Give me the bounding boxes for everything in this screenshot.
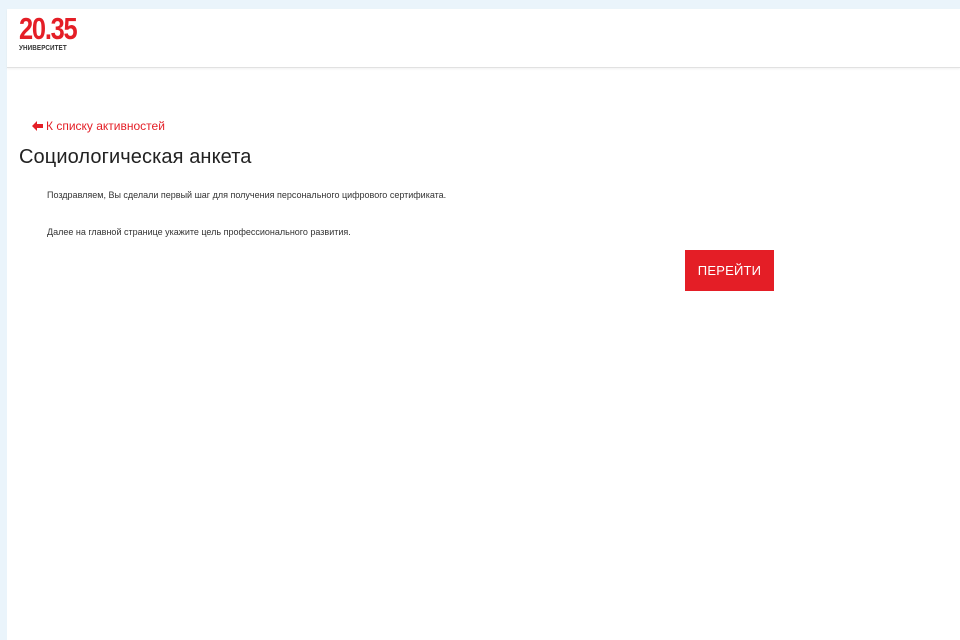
logo-caption: УНИВЕРСИТЕТ — [19, 45, 67, 52]
page-container: 20.35 УНИВЕРСИТЕТ К списку активностей С… — [7, 9, 960, 640]
next-step-message: Далее на главной странице укажите цель п… — [47, 227, 351, 237]
page-title: Социологическая анкета — [19, 146, 252, 168]
arrow-left-icon — [32, 121, 43, 131]
congratulation-message: Поздравляем, Вы сделали первый шаг для п… — [47, 190, 447, 200]
site-header: 20.35 УНИВЕРСИТЕТ — [7, 9, 960, 68]
go-button[interactable]: ПЕРЕЙТИ — [685, 250, 774, 291]
back-to-activities-link[interactable]: К списку активностей — [32, 119, 165, 133]
university-logo[interactable]: 20.35 УНИВЕРСИТЕТ — [19, 11, 89, 53]
logo-number: 20.35 — [19, 11, 78, 46]
back-link-label: К списку активностей — [46, 119, 165, 133]
